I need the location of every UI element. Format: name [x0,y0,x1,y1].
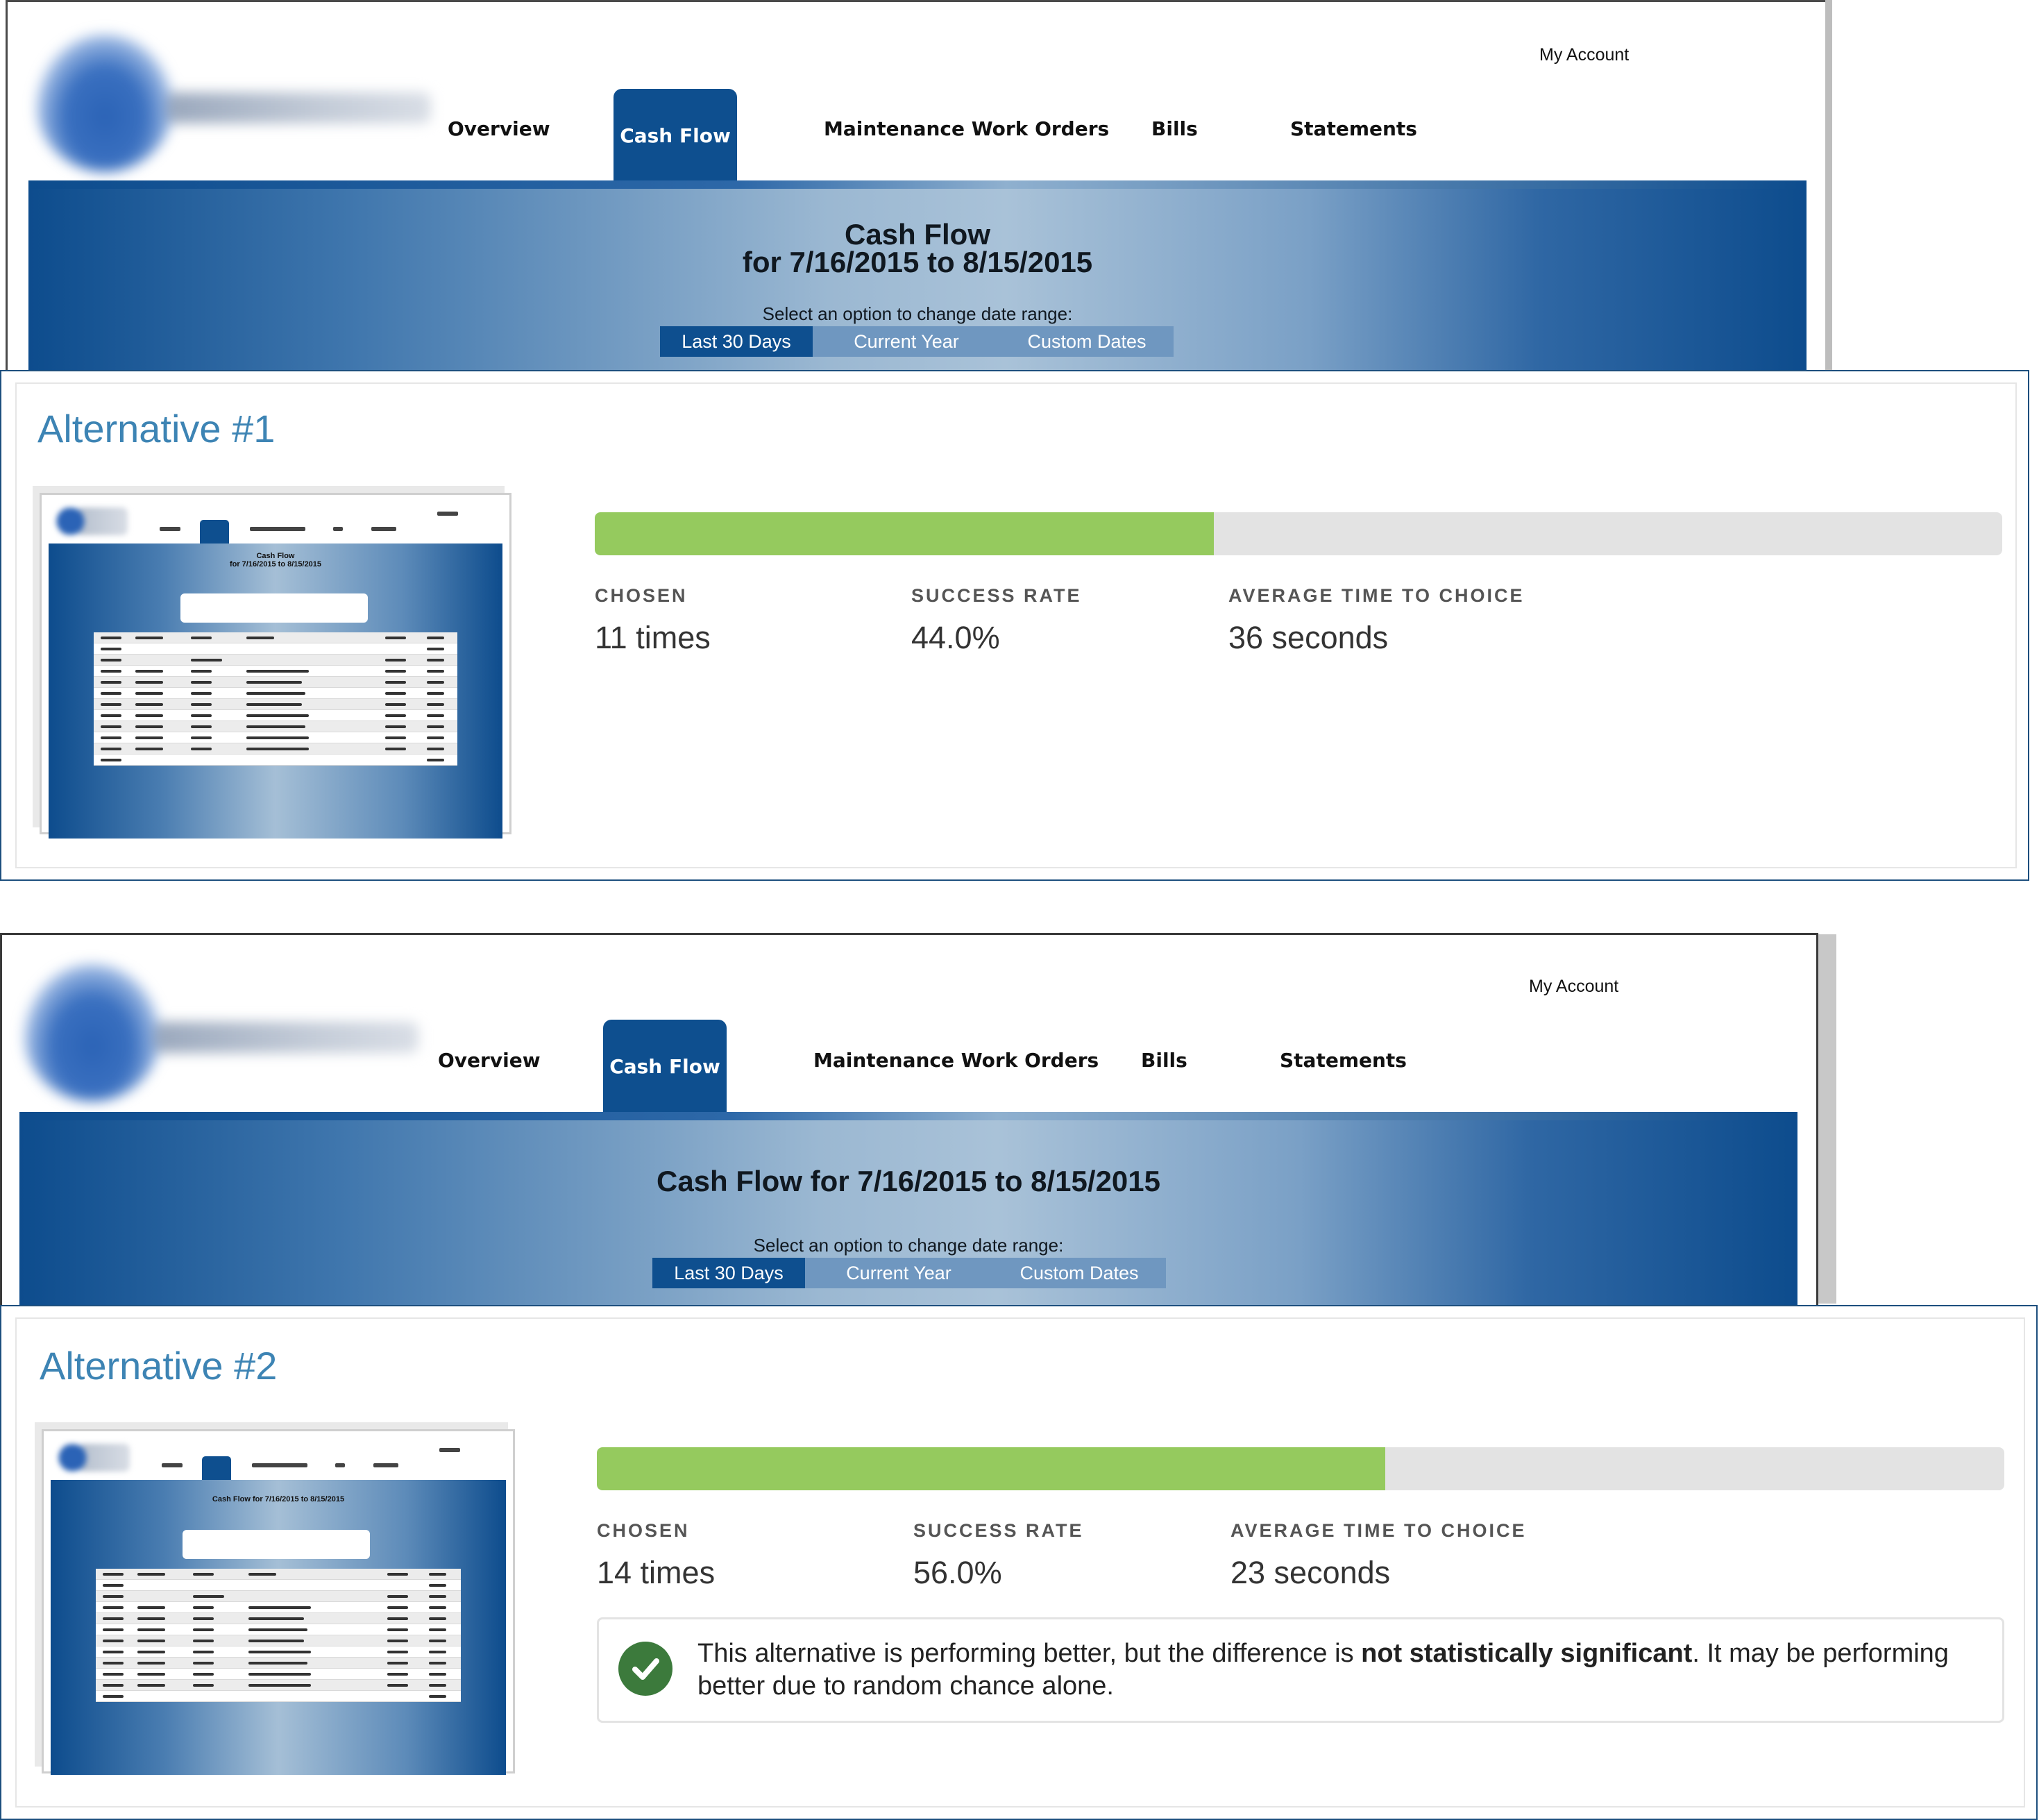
alt2-nav-cash-flow[interactable]: Cash Flow [603,1020,727,1113]
alternative-2-thumbnail[interactable]: Cash Flow for 7/16/2015 to 8/15/2015 [42,1429,515,1775]
alt1-nav-statements[interactable]: Statements [1290,117,1417,140]
alt2-my-account-link[interactable]: My Account [1529,977,1618,997]
alt1-range-last-30-days[interactable]: Last 30 Days [660,326,813,357]
alternative-1-thumbnail[interactable]: Cash Flow for 7/16/2015 to 8/15/2015 [40,493,511,839]
alt1-nav-cash-flow[interactable]: Cash Flow [614,89,737,183]
alt2-site-screenshot: My Account Overview Cash Flow Maintenanc… [0,933,1818,1308]
alt2-range-custom-dates[interactable]: Custom Dates [992,1258,1166,1288]
significance-notice: This alternative is performing better, b… [597,1617,2004,1723]
alt2-nav-statements[interactable]: Statements [1280,1049,1407,1072]
alt1-nav-overview[interactable]: Overview [448,117,550,140]
alt2-success-rate-label: SUCCESS RATE [913,1520,1084,1541]
alt1-chosen-label: CHOSEN [595,585,688,606]
alt2-range-current-year[interactable]: Current Year [805,1258,992,1288]
alt2-cash-flow-banner: Cash Flow for 7/16/2015 to 8/15/2015 Sel… [19,1112,1797,1308]
alt1-success-rate-label: SUCCESS RATE [911,585,1082,606]
alt1-site-screenshot: My Account Overview Cash Flow Maintenanc… [6,0,1831,373]
alternative-1-progress-fill [595,512,1215,555]
alternative-1-card: Alternative #1 Cash Flow for 7/16/2015 t… [0,370,2029,881]
alt1-my-account-link[interactable]: My Account [1539,45,1629,65]
alt1-site-logo [35,33,431,172]
alt2-nav-maintenance-work-orders[interactable]: Maintenance Work Orders [813,1049,1099,1072]
alt2-success-rate-value: 56.0% [913,1555,1002,1590]
alt1-date-range-selector: Last 30 Days Current Year Custom Dates [660,326,1174,357]
alt1-range-custom-dates[interactable]: Custom Dates [1000,326,1174,357]
alt1-average-time-value: 36 seconds [1228,620,1389,655]
alt2-banner-title: Cash Flow for 7/16/2015 to 8/15/2015 [656,1165,1161,1197]
checkmark-circle-icon [618,1642,672,1696]
alt2-date-range-selector: Last 30 Days Current Year Custom Dates [652,1258,1166,1288]
alt1-thumb-title: Cash Flow for 7/16/2015 to 8/15/2015 [229,552,322,568]
alt1-screenshot-shadow [1825,0,1832,371]
alt2-nav-overview[interactable]: Overview [438,1049,541,1072]
alt2-chosen-value: 14 times [597,1555,716,1590]
alt1-chosen-value: 11 times [595,620,711,655]
alt2-nav-bills[interactable]: Bills [1141,1049,1187,1072]
alt2-average-time-label: AVERAGE TIME TO CHOICE [1230,1520,1527,1541]
alt2-average-time-value: 23 seconds [1230,1555,1391,1590]
alt2-range-last-30-days[interactable]: Last 30 Days [652,1258,805,1288]
significance-notice-text: This alternative is performing better, b… [697,1639,1949,1701]
alt1-cash-flow-banner: Cash Flow for 7/16/2015 to 8/15/2015 Sel… [28,180,1807,373]
alternative-2-title: Alternative #2 [40,1344,278,1388]
alt1-nav-bills[interactable]: Bills [1151,117,1198,140]
alternative-2-progress-bar [597,1447,2004,1490]
alternative-1-progress-bar [595,512,2002,555]
alt1-success-rate-value: 44.0% [911,620,1000,655]
alt2-date-range-prompt: Select an option to change date range: [753,1235,1064,1256]
alt1-banner-title: Cash Flow for 7/16/2015 to 8/15/2015 [742,218,1093,278]
alternative-2-card: Alternative #2 Cash Flow for 7/16/2015 t… [0,1305,2038,1820]
alt1-nav-maintenance-work-orders[interactable]: Maintenance Work Orders [824,117,1109,140]
alt1-average-time-label: AVERAGE TIME TO CHOICE [1228,585,1525,606]
alt1-date-range-prompt: Select an option to change date range: [762,303,1073,324]
alt2-thumb-title: Cash Flow for 7/16/2015 to 8/15/2015 [212,1495,345,1503]
alt2-screenshot-shadow [1818,934,1836,1304]
alternative-2-progress-fill [597,1447,1385,1490]
alt2-chosen-label: CHOSEN [597,1520,690,1541]
alt2-site-logo [23,963,418,1102]
alternative-1-title: Alternative #1 [37,407,276,450]
alt1-range-current-year[interactable]: Current Year [813,326,1000,357]
